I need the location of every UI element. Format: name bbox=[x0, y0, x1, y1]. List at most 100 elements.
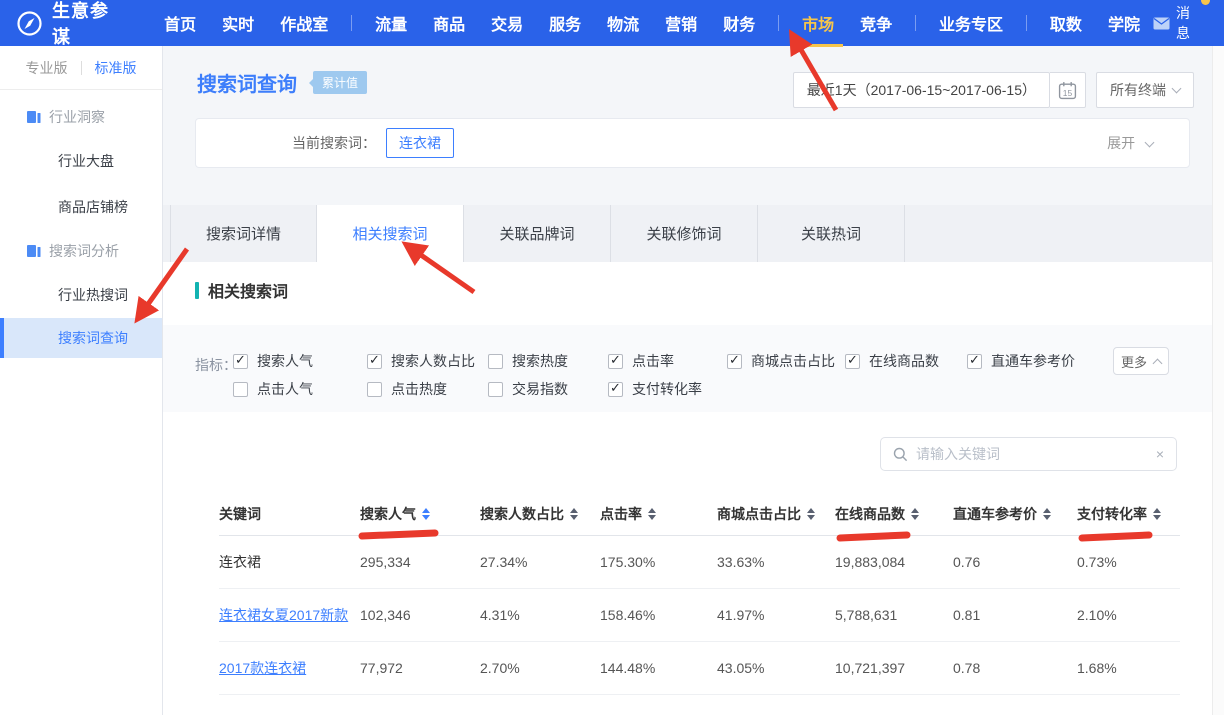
keyword-link[interactable]: 2017款连衣裙 bbox=[219, 658, 360, 678]
sort-icon[interactable] bbox=[422, 508, 430, 520]
checkbox[interactable] bbox=[845, 354, 860, 369]
tab-search-word-detail[interactable]: 搜索词详情 bbox=[170, 205, 317, 262]
col-ztc-ref-price[interactable]: 直通车参考价 bbox=[953, 504, 1077, 524]
more-button[interactable]: 更多 bbox=[1113, 347, 1169, 375]
metric-click-heat[interactable]: 点击热度 bbox=[367, 376, 488, 402]
expand-toggle[interactable]: 展开 bbox=[1107, 133, 1189, 153]
checkbox[interactable] bbox=[488, 382, 503, 397]
checkbox[interactable] bbox=[608, 354, 623, 369]
metric-search-popularity[interactable]: 搜索人气 bbox=[233, 348, 367, 374]
current-term-card: 当前搜索词： 连衣裙 展开 bbox=[195, 118, 1190, 168]
current-term-tag[interactable]: 连衣裙 bbox=[386, 128, 454, 158]
sidebar: 专业版 标准版 行业洞察 行业大盘 商品店铺榜 搜索词分析 行业热搜词 搜索词查… bbox=[0, 46, 163, 715]
terminal-select[interactable]: 所有终端 bbox=[1096, 72, 1194, 108]
main-area: 搜索词查询 累计值 最近1天（2017-06-15~2017-06-15） 15… bbox=[163, 46, 1224, 715]
sidebar-item-industry-hot-words[interactable]: 行业热搜词 bbox=[0, 272, 162, 318]
sort-icon[interactable] bbox=[911, 508, 919, 520]
checkbox[interactable] bbox=[367, 382, 382, 397]
metric-searcher-share[interactable]: 搜索人数占比 bbox=[367, 348, 488, 374]
metric-online-products[interactable]: 在线商品数 bbox=[845, 348, 967, 374]
nav-item-logistics[interactable]: 物流 bbox=[607, 11, 639, 35]
section-head: 相关搜索词 bbox=[195, 278, 288, 302]
section-marker-bar bbox=[195, 282, 199, 299]
tabs-bar: 搜索词详情 相关搜索词 关联品牌词 关联修饰词 关联热词 bbox=[163, 205, 1212, 262]
chevron-up-icon bbox=[1153, 358, 1163, 368]
terminal-value: 所有终端 bbox=[1110, 80, 1166, 100]
metric-click-popularity[interactable]: 点击人气 bbox=[233, 376, 367, 402]
checkbox[interactable] bbox=[967, 354, 982, 369]
metric-ztc-ref-price[interactable]: 直通车参考价 bbox=[967, 348, 1097, 374]
sidebar-item-search-word-query[interactable]: 搜索词查询 bbox=[0, 318, 162, 358]
nav-item-competition[interactable]: 竞争 bbox=[860, 11, 892, 35]
nav-item-data-fetch[interactable]: 取数 bbox=[1050, 11, 1082, 35]
nav-divider bbox=[778, 15, 779, 31]
keyword-link[interactable]: 连衣裙女夏2017新款 bbox=[219, 605, 360, 625]
header-controls: 最近1天（2017-06-15~2017-06-15） 15 所有终端 bbox=[793, 72, 1194, 108]
page-title-row: 搜索词查询 累计值 bbox=[197, 68, 367, 97]
search-icon bbox=[893, 447, 908, 462]
nav-item-home[interactable]: 首页 bbox=[164, 11, 196, 35]
nav-item-finance[interactable]: 财务 bbox=[723, 11, 755, 35]
date-range-picker[interactable]: 最近1天（2017-06-15~2017-06-15） bbox=[793, 72, 1050, 108]
tab-related-hot-words[interactable]: 关联热词 bbox=[758, 205, 905, 262]
current-term-label: 当前搜索词： bbox=[292, 133, 376, 153]
nav-item-traffic[interactable]: 流量 bbox=[375, 11, 407, 35]
nav-item-product[interactable]: 商品 bbox=[433, 11, 465, 35]
sort-icon[interactable] bbox=[1043, 508, 1051, 520]
calendar-icon: 15 bbox=[1058, 81, 1077, 100]
col-pay-conversion[interactable]: 支付转化率 bbox=[1077, 504, 1180, 524]
nav-item-realtime[interactable]: 实时 bbox=[222, 11, 254, 35]
nav-item-warroom[interactable]: 作战室 bbox=[280, 11, 328, 35]
sidebar-section-search-analysis: 搜索词分析 bbox=[0, 230, 162, 272]
metric-search-heat[interactable]: 搜索热度 bbox=[488, 348, 608, 374]
metric-trade-index[interactable]: 交易指数 bbox=[488, 376, 608, 402]
metric-mall-click-share[interactable]: 商城点击占比 bbox=[727, 348, 845, 374]
nav-item-market[interactable]: 市场 bbox=[802, 11, 834, 35]
keyword-search-input[interactable] bbox=[916, 446, 1156, 462]
table-row: 2017款连衣裙 77,972 2.70% 144.48% 43.05% 10,… bbox=[219, 642, 1180, 695]
tab-content: 相关搜索词 指标： 搜索人气 搜索人数占比 搜索热度 点击率 商城点击占比 在线… bbox=[163, 262, 1224, 715]
col-online-products[interactable]: 在线商品数 bbox=[835, 504, 953, 524]
chevron-down-icon bbox=[1145, 138, 1155, 148]
checkbox[interactable] bbox=[608, 382, 623, 397]
col-searcher-share[interactable]: 搜索人数占比 bbox=[480, 504, 600, 524]
version-tab-pro[interactable]: 专业版 bbox=[13, 58, 81, 78]
nav-item-service[interactable]: 服务 bbox=[549, 11, 581, 35]
metric-click-rate[interactable]: 点击率 bbox=[608, 348, 727, 374]
col-search-popularity[interactable]: 搜索人气 bbox=[360, 504, 480, 524]
checkbox[interactable] bbox=[367, 354, 382, 369]
scrollbar-track[interactable] bbox=[1212, 46, 1224, 715]
metrics-label: 指标： bbox=[195, 355, 237, 375]
clear-icon[interactable]: × bbox=[1156, 446, 1164, 462]
nav-divider bbox=[1026, 15, 1027, 31]
checkbox[interactable] bbox=[233, 382, 248, 397]
date-range-text: 最近1天（2017-06-15~2017-06-15） bbox=[807, 80, 1036, 100]
nav-item-academy[interactable]: 学院 bbox=[1108, 11, 1140, 35]
tab-related-modifier-words[interactable]: 关联修饰词 bbox=[611, 205, 758, 262]
col-click-rate[interactable]: 点击率 bbox=[600, 504, 717, 524]
table-header-row: 关键词 搜索人气 搜索人数占比 点击率 商城点击占比 在线商品数 直通车参考价 … bbox=[219, 492, 1180, 536]
sort-icon[interactable] bbox=[570, 508, 578, 520]
table-row: 连衣裙女夏2017新款 102,346 4.31% 158.46% 41.97%… bbox=[219, 589, 1180, 642]
checkbox[interactable] bbox=[233, 354, 248, 369]
nav-item-business-zone[interactable]: 业务专区 bbox=[939, 11, 1003, 35]
sidebar-item-industry-overview[interactable]: 行业大盘 bbox=[0, 138, 162, 184]
cumulative-badge: 累计值 bbox=[313, 71, 367, 94]
sort-icon[interactable] bbox=[648, 508, 656, 520]
nav-item-marketing[interactable]: 营销 bbox=[665, 11, 697, 35]
version-tab-standard[interactable]: 标准版 bbox=[82, 58, 150, 78]
sort-icon[interactable] bbox=[1153, 508, 1161, 520]
nav-item-trade[interactable]: 交易 bbox=[491, 11, 523, 35]
col-mall-click-share[interactable]: 商城点击占比 bbox=[717, 504, 835, 524]
sort-icon[interactable] bbox=[807, 508, 815, 520]
metric-pay-conversion[interactable]: 支付转化率 bbox=[608, 376, 727, 402]
checkbox[interactable] bbox=[488, 354, 503, 369]
tab-related-brand-words[interactable]: 关联品牌词 bbox=[464, 205, 611, 262]
checkbox[interactable] bbox=[727, 354, 742, 369]
calendar-button[interactable]: 15 bbox=[1050, 72, 1086, 108]
sidebar-item-product-shop-rank[interactable]: 商品店铺榜 bbox=[0, 184, 162, 230]
tab-related-search-words[interactable]: 相关搜索词 bbox=[317, 205, 464, 262]
keyword-cell: 连衣裙 bbox=[219, 552, 360, 572]
brand-name: 生意参谋 bbox=[52, 0, 119, 49]
message-entry[interactable]: 消息 bbox=[1153, 3, 1208, 43]
